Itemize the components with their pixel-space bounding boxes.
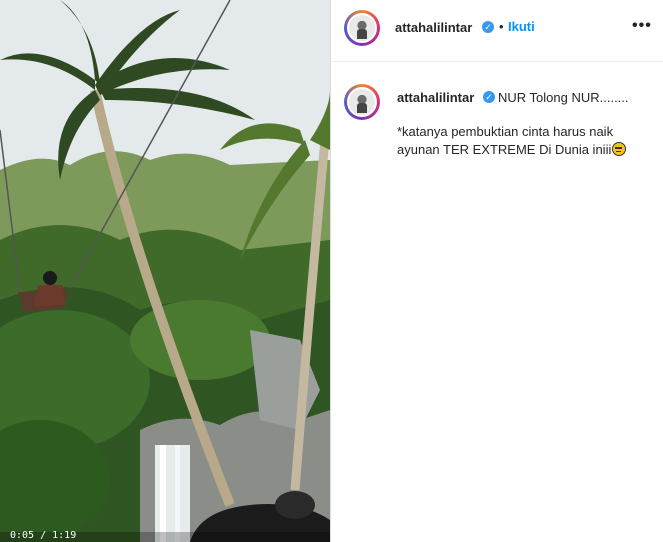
post-media[interactable]: 0:05 / 1:19 — [0, 0, 330, 542]
author-avatar[interactable] — [344, 10, 380, 46]
more-options-icon[interactable]: ••• — [632, 17, 652, 35]
author-username[interactable]: attahalilintar — [395, 20, 472, 35]
caption-first-line: NUR Tolong NUR........ — [498, 90, 629, 105]
verified-badge-icon: ✓ — [482, 21, 494, 33]
pane-divider — [330, 0, 331, 542]
caption-username[interactable]: attahalilintar — [397, 90, 474, 105]
caption-line-2-wrap: ayunan TER EXTREME Di Dunia iniii — [397, 141, 627, 159]
post-header: attahalilintar ✓ • Ikuti ••• — [331, 0, 663, 62]
caption-avatar[interactable] — [344, 84, 380, 120]
unamused-face-icon — [612, 142, 627, 156]
caption-line-2: ayunan TER EXTREME Di Dunia iniii — [397, 142, 612, 157]
verified-badge-icon: ✓ — [483, 91, 495, 103]
video-progress-bar[interactable]: 0:05 / 1:19 — [0, 530, 330, 542]
separator-dot: • — [499, 19, 504, 34]
swing-scene-image — [0, 0, 330, 542]
caption-line-1: *katanya pembuktian cinta harus naik — [397, 124, 614, 139]
video-time: 0:05 / 1:19 — [10, 530, 77, 541]
follow-button[interactable]: Ikuti — [508, 19, 535, 34]
